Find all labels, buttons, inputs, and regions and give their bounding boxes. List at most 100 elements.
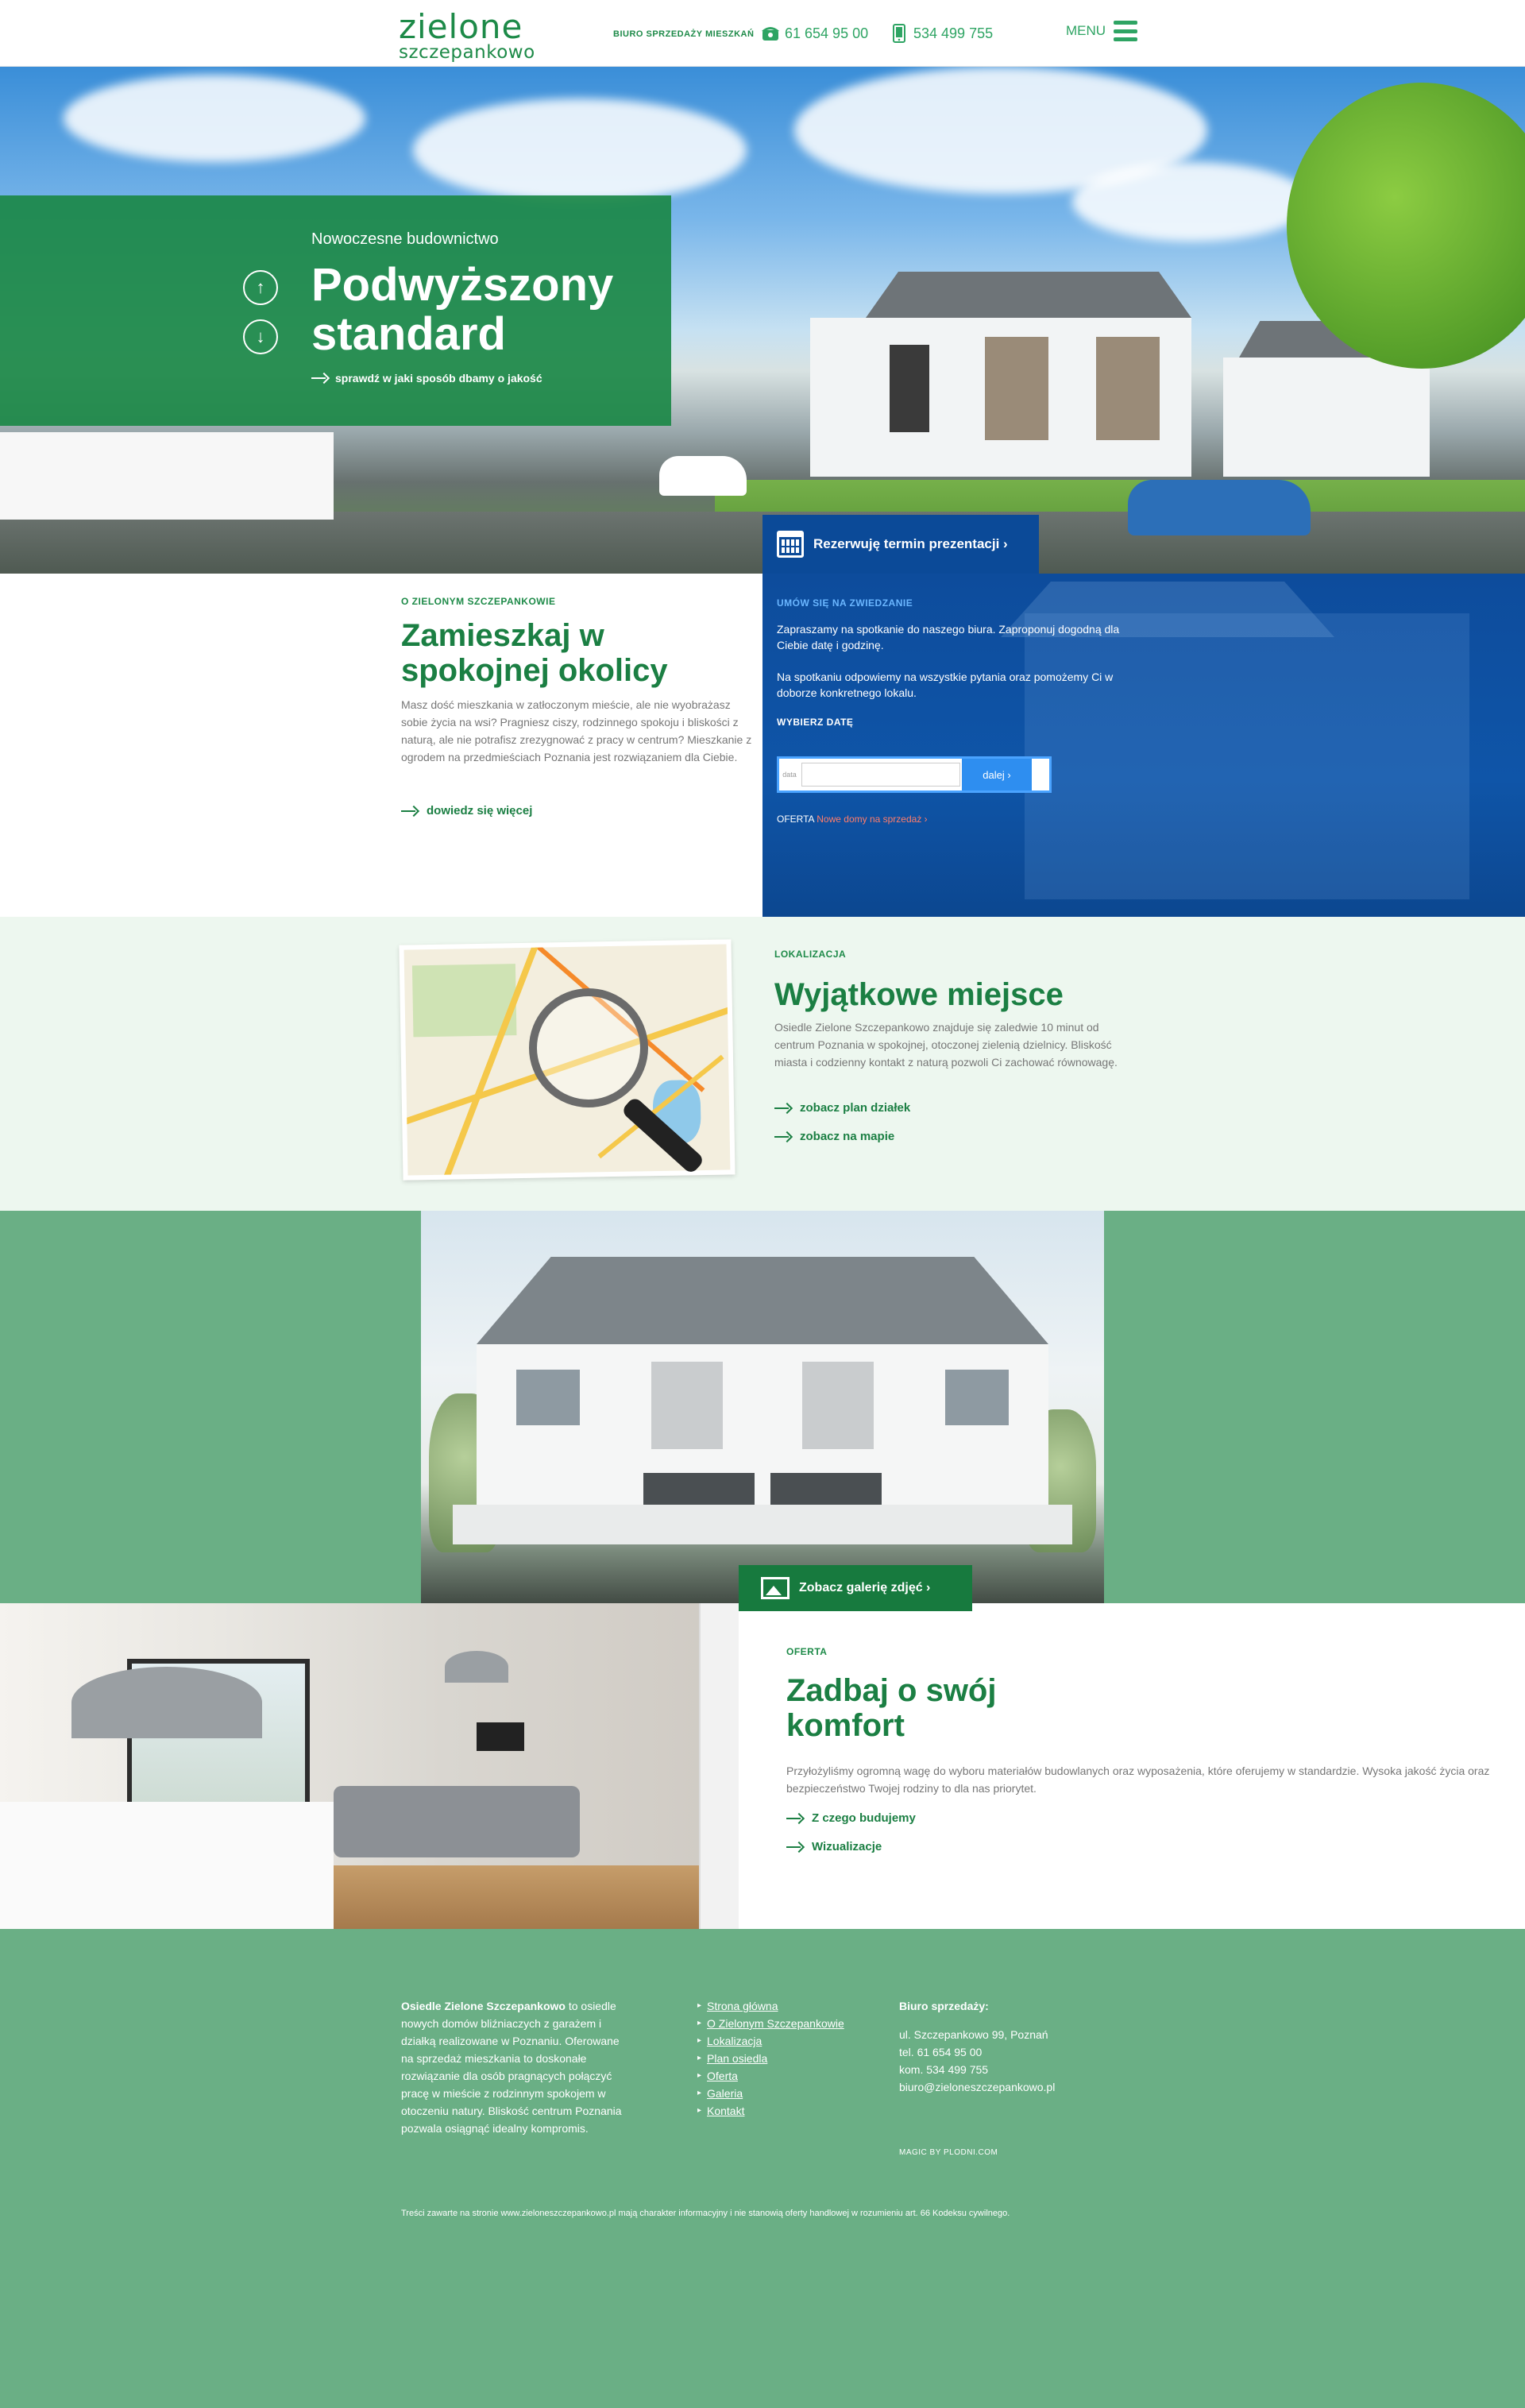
interior-table (0, 1802, 334, 1929)
arrow-right-icon (774, 1132, 792, 1142)
arrow-right-icon (311, 373, 329, 383)
arrow-down-icon: ↓ (256, 327, 265, 346)
hero-title: Podwyższony standard (311, 261, 613, 359)
offer-section: OFERTA Zadbaj o swój komfort Przyłożyliś… (0, 1603, 1525, 1929)
map-link-label: zobacz na mapie (800, 1130, 895, 1143)
calendar-icon (777, 531, 804, 558)
offer-label: OFERTA (786, 1646, 828, 1657)
footer-nav-item: Kontakt (697, 2102, 844, 2120)
hero-fence (0, 432, 334, 520)
phone-number-mobile: 534 499 755 (913, 25, 994, 41)
gallery-button[interactable]: Zobacz galerię zdjęć › (739, 1565, 972, 1611)
arrow-right-icon (786, 1814, 804, 1823)
gallery-image[interactable] (421, 1211, 1104, 1611)
date-input[interactable] (801, 763, 960, 787)
booking-offer: OFERTA Nowe domy na sprzedaż › (777, 814, 928, 825)
menu-button[interactable]: MENU (1066, 21, 1138, 41)
phone-link-mobile[interactable]: 534 499 755 (890, 24, 993, 43)
interior-sofa (334, 1786, 580, 1857)
footer-link-offer[interactable]: Oferta (707, 2070, 738, 2082)
footer-about: Osiedle Zielone Szczepankowo to osiedle … (401, 1997, 631, 2137)
footer-nav-item: Strona główna (697, 1997, 844, 2015)
footer-nav-item: Lokalizacja (697, 2032, 844, 2050)
site-logo[interactable]: zielone szczepankowo (399, 10, 550, 63)
footer-nav-item: Galeria (697, 2085, 844, 2102)
gallery-section: Zobacz galerię zdjęć › (0, 1211, 1525, 1611)
reserve-presentation-button[interactable]: Rezerwuję termin prezentacji › (762, 515, 1039, 574)
hero-title-line-2: standard (311, 308, 506, 360)
slide-down-button[interactable]: ↓ (243, 319, 278, 354)
booking-offer-link[interactable]: Nowe domy na sprzedaż › (817, 814, 927, 825)
footer-link-plan[interactable]: Plan osiedla (707, 2052, 767, 2065)
phone-icon (761, 24, 780, 43)
gallery-house-roof (477, 1257, 1048, 1344)
location-section: LOKALIZACJA Wyjątkowe miejsce Osiedle Zi… (0, 917, 1525, 1211)
footer-link-location[interactable]: Lokalizacja (707, 2035, 762, 2047)
hero-quality-link[interactable]: sprawdź w jaki sposób dbamy o jakość (311, 372, 542, 385)
interior-lamp (71, 1667, 262, 1738)
logo-wordmark-bottom: szczepankowo (399, 42, 535, 63)
location-label: LOKALIZACJA (774, 949, 847, 960)
plot-plan-link[interactable]: zobacz plan działek (774, 1101, 910, 1115)
footer-email[interactable]: biuro@zieloneszczepankowo.pl (899, 2081, 1055, 2093)
footer-link-gallery[interactable]: Galeria (707, 2087, 743, 2100)
site-footer: Osiedle Zielone Szczepankowo to osiedle … (0, 1929, 1525, 2408)
hero-title-line-1: Podwyższony (311, 259, 614, 311)
slide-up-button[interactable]: ↑ (243, 270, 278, 305)
materials-link-label: Z czego budujemy (812, 1811, 916, 1825)
booking-text-1: Zapraszamy na spotkanie do naszego biura… (777, 623, 1120, 651)
booking-text: Zapraszamy na spotkanie do naszego biura… (777, 621, 1126, 701)
hero-banner: Nowoczesne budownictwo Podwyższony stand… (0, 195, 671, 426)
about-more-link[interactable]: dowiedz się więcej (401, 804, 532, 817)
footer-mobile: kom. 534 499 755 (899, 2063, 989, 2076)
hero-car-white (659, 456, 747, 496)
materials-link[interactable]: Z czego budujemy (786, 1811, 916, 1825)
booking-offer-prefix: OFERTA (777, 814, 814, 825)
offer-text: Przyłożyliśmy ogromną wagę do wyboru mat… (786, 1764, 1490, 1795)
booking-section: UMÓW SIĘ NA ZWIEDZANIE Zapraszamy na spo… (762, 574, 1525, 917)
offer-title-line-1: Zadbaj o swój (786, 1673, 997, 1708)
visualizations-link-label: Wizualizacje (812, 1840, 882, 1853)
footer-nav-item: Plan osiedla (697, 2050, 844, 2067)
mobile-phone-icon (890, 24, 909, 43)
reserve-presentation-label: Rezerwuję termin prezentacji › (813, 536, 1008, 551)
footer-about-text: to osiedle nowych domów bliźniaczych z g… (401, 2000, 622, 2135)
footer-disclaimer: Treści zawarte na stronie www.zieloneszc… (401, 2209, 1010, 2218)
visualizations-link[interactable]: Wizualizacje (786, 1840, 882, 1853)
phone-link-landline[interactable]: 61 654 95 00 (761, 24, 868, 43)
hero-house-window (890, 345, 929, 432)
booking-label: UMÓW SIĘ NA ZWIEDZANIE (777, 597, 913, 609)
about-text: Masz dość mieszkania w zatłoczonym mieśc… (401, 698, 752, 763)
interior-lamp (445, 1651, 508, 1683)
date-field-label: data (782, 771, 797, 779)
footer-link-home[interactable]: Strona główna (707, 2000, 778, 2012)
footer-credit[interactable]: MAGIC BY PLODNI.COM (899, 2148, 998, 2157)
footer-nav-item: O Zielonym Szczepankowie (697, 2015, 844, 2032)
about-section: O ZIELONYM SZCZEPANKOWIE Zamieszkaj w sp… (0, 574, 762, 917)
footer-contact: Biuro sprzedaży: ul. Szczepankowo 99, Po… (899, 1997, 1055, 2096)
offer-title: Zadbaj o swój komfort (786, 1673, 996, 1743)
hero-house-shutter (985, 337, 1048, 440)
booking-form: data dalej › (777, 756, 1052, 793)
hero-subtitle: Nowoczesne budownictwo (311, 230, 499, 248)
magnifier-icon (529, 988, 648, 1107)
arrow-right-icon (786, 1842, 804, 1852)
pick-date-label: WYBIERZ DATĘ (777, 717, 854, 728)
hero-house-right (1223, 358, 1430, 477)
gallery-house-window (945, 1370, 1009, 1425)
gallery-house-window (651, 1362, 723, 1449)
hero-quality-link-label: sprawdź w jaki sposób dbamy o jakość (335, 372, 542, 385)
footer-contact-heading: Biuro sprzedaży: (899, 2000, 989, 2012)
arrow-right-icon (774, 1104, 792, 1113)
map-link[interactable]: zobacz na mapie (774, 1130, 894, 1143)
location-text: Osiedle Zielone Szczepankowo znajduje si… (774, 1021, 1118, 1069)
about-more-label: dowiedz się więcej (427, 804, 533, 817)
footer-link-about[interactable]: O Zielonym Szczepankowie (707, 2017, 844, 2030)
hamburger-icon (1114, 21, 1138, 41)
about-label: O ZIELONYM SZCZEPANKOWIE (401, 596, 556, 607)
site-header: zielone szczepankowo BIURO SPRZEDAŻY MIE… (0, 0, 1525, 67)
image-gallery-icon (761, 1577, 790, 1599)
booking-next-button[interactable]: dalej › (962, 759, 1032, 790)
footer-link-contact[interactable]: Kontakt (707, 2105, 744, 2117)
footer-tel: tel. 61 654 95 00 (899, 2046, 983, 2058)
